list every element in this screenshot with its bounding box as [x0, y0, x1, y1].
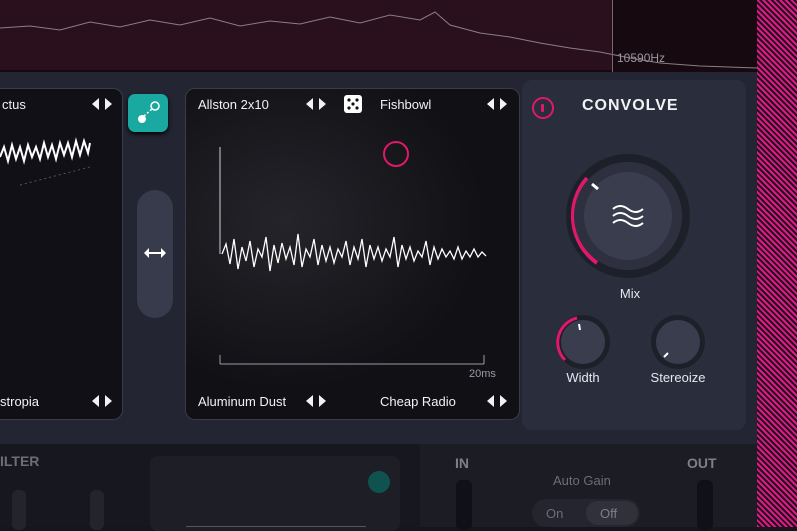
left-preset-top-name: ctus [2, 97, 26, 112]
auto-gain-off-option[interactable]: Off [586, 501, 638, 525]
previous-arrow-icon[interactable] [306, 395, 313, 407]
stereoize-knob[interactable] [650, 314, 706, 370]
previous-arrow-icon[interactable] [487, 395, 494, 407]
section-title: CONVOLVE [582, 97, 679, 114]
width-knob[interactable] [555, 314, 611, 370]
background-texture [757, 0, 797, 527]
in-label: IN [455, 455, 469, 471]
left-preset-bottom-name: stropia [0, 394, 40, 409]
convolve-controls-panel: CONVOLVE Mix Width Stereoize [522, 80, 746, 430]
filter-graph-panel [150, 456, 400, 531]
filter-slider-track[interactable] [12, 490, 26, 530]
previous-arrow-icon[interactable] [92, 395, 99, 407]
next-arrow-icon[interactable] [500, 395, 507, 407]
filter-power-icon[interactable] [368, 471, 390, 493]
auto-gain-label: Auto Gain [553, 473, 611, 488]
filter-label: ILTER [0, 453, 40, 469]
left-preset-panel: ctus stropia [0, 88, 123, 420]
auto-gain-off-label: Off [600, 506, 618, 521]
left-preset-bottom-arrows [92, 395, 112, 407]
spectrum-panel: 10590Hz [0, 0, 757, 72]
auto-gain-toggle[interactable]: On Off [532, 499, 640, 527]
link-icon [138, 101, 160, 123]
in-meter[interactable] [456, 480, 472, 530]
spectrum-divider [612, 0, 613, 72]
swap-arrows-icon [144, 248, 166, 258]
stereoize-label: Stereoize [650, 370, 706, 385]
power-toggle-indicator [541, 104, 544, 112]
swap-handle[interactable] [137, 190, 173, 318]
link-button[interactable] [128, 94, 168, 132]
time-scale-label: 20ms [469, 368, 496, 380]
left-waveform [0, 137, 91, 186]
previous-arrow-icon[interactable] [92, 98, 99, 110]
auto-gain-on-option[interactable]: On [546, 506, 563, 521]
mix-label: Mix [619, 286, 641, 301]
next-arrow-icon[interactable] [105, 395, 112, 407]
out-label: OUT [687, 455, 717, 471]
filter-slider-track[interactable] [90, 490, 104, 530]
out-meter[interactable] [697, 480, 713, 530]
mix-knob[interactable] [562, 150, 694, 282]
ir-panel: Allston 2x10 Fishbowl 20ms Aluminum Dust… [185, 88, 520, 420]
next-arrow-icon[interactable] [105, 98, 112, 110]
width-label: Width [566, 370, 600, 385]
ir-a-bottom-arrows [306, 395, 326, 407]
frequency-readout: 10590Hz [617, 51, 666, 65]
bottom-panel: ILTER IN Auto Gain On Off OUT [0, 444, 757, 531]
left-preset-top-arrows [92, 98, 112, 110]
ir-b-bottom-name: Cheap Radio [380, 394, 456, 409]
ir-a-bottom-name: Aluminum Dust [198, 394, 287, 409]
waves-icon [612, 205, 644, 227]
next-arrow-icon[interactable] [319, 395, 326, 407]
ir-b-bottom-arrows [487, 395, 507, 407]
power-toggle[interactable] [532, 97, 554, 119]
